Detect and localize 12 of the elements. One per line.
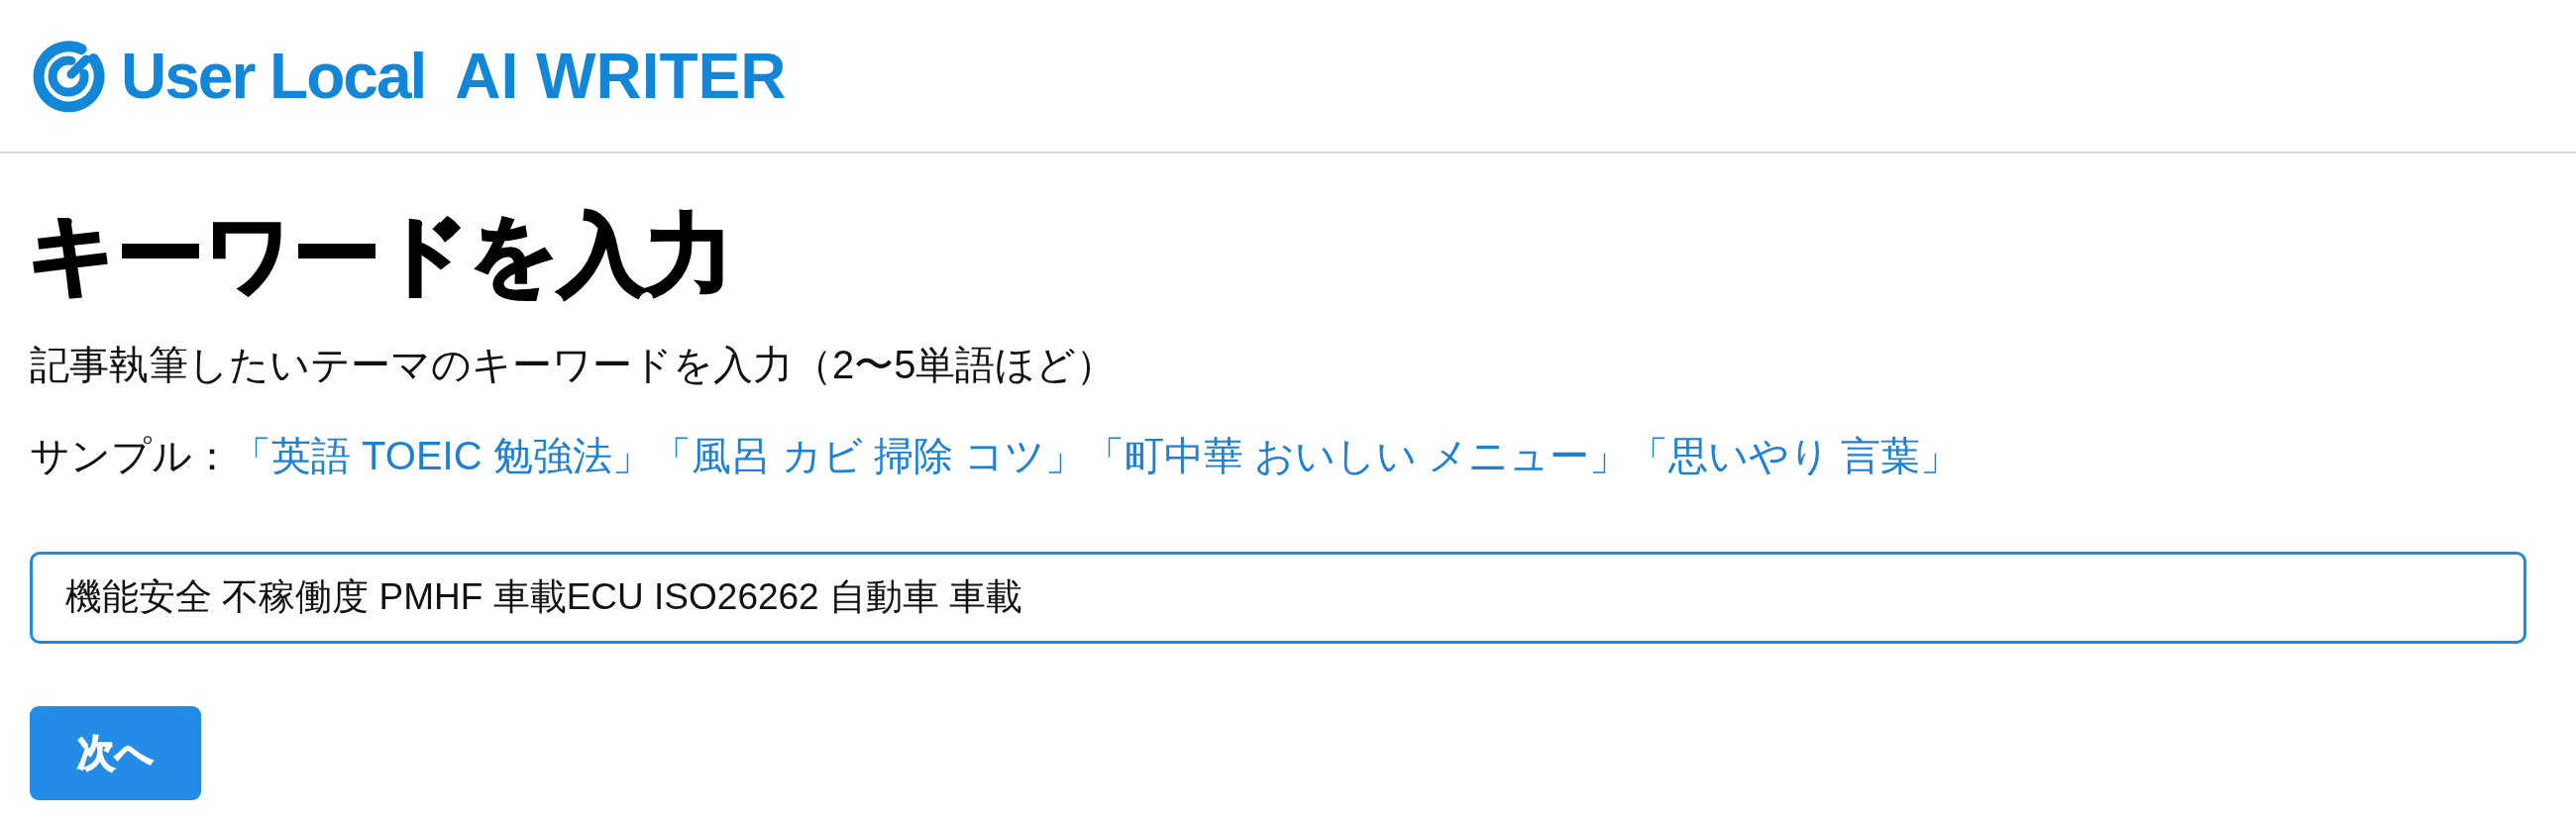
keyword-input[interactable]: 機能安全 不稼働度 PMHF 車載ECU ISO26262 自動車 車載: [30, 551, 2526, 644]
page-heading: キーワードを入力: [28, 204, 733, 305]
sample-link[interactable]: 「町中華 おいしい メニュー」: [1085, 433, 1630, 477]
sample-link[interactable]: 「英語 TOEIC 勉強法」: [232, 433, 652, 477]
description-text: 記事執筆したいテーマのキーワードを入力（2〜5単語ほど）: [30, 341, 1118, 388]
next-button[interactable]: 次へ: [30, 705, 201, 800]
sample-link[interactable]: 「思いやり 言葉」: [1629, 433, 1961, 477]
logo-icon: [32, 39, 105, 113]
brand-name: User Local: [121, 44, 426, 108]
product-name: AI WRITER: [455, 44, 787, 108]
sample-label: サンプル：: [30, 433, 232, 477]
sample-link[interactable]: 「風呂 カビ 掃除 コツ」: [651, 433, 1086, 477]
